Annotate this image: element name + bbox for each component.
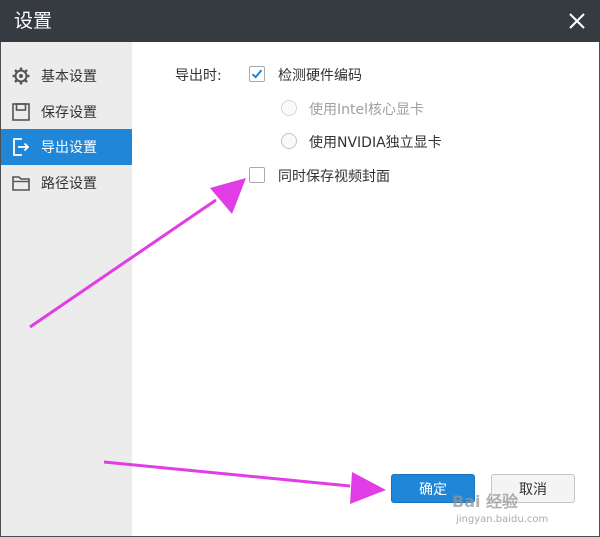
- gear-icon: [11, 66, 31, 86]
- sidebar-item-save-settings[interactable]: 保存设置: [1, 94, 132, 130]
- sidebar-item-label: 基本设置: [41, 69, 97, 85]
- export-icon: [11, 137, 31, 157]
- close-button[interactable]: [562, 6, 592, 36]
- nvidia-gpu-label: 使用NVIDIA独立显卡: [309, 135, 442, 151]
- sidebar-item-label: 保存设置: [41, 105, 97, 121]
- intel-gpu-label: 使用Intel核心显卡: [309, 102, 424, 118]
- watermark-url: jingyan.baidu.com: [456, 514, 549, 525]
- sidebar-item-basic-settings[interactable]: 基本设置: [1, 58, 132, 94]
- hardware-encode-label: 检测硬件编码: [278, 68, 362, 84]
- sidebar-item-label: 导出设置: [41, 140, 97, 156]
- window-title: 设置: [14, 10, 53, 32]
- hardware-encode-checkbox[interactable]: [249, 66, 265, 82]
- sidebar: 基本设置 保存设置 导出设置 路径设置: [1, 42, 132, 536]
- title-bar: 设置: [0, 0, 600, 42]
- save-icon: [11, 102, 31, 122]
- sidebar-item-export-settings[interactable]: 导出设置: [1, 129, 132, 165]
- export-section-label: 导出时:: [175, 68, 222, 84]
- cancel-button[interactable]: 取消: [491, 474, 575, 503]
- sidebar-item-label: 路径设置: [41, 176, 97, 192]
- checkmark-icon: [251, 69, 263, 79]
- intel-gpu-radio[interactable]: [281, 100, 297, 116]
- save-cover-label: 同时保存视频封面: [278, 169, 390, 185]
- save-cover-checkbox[interactable]: [249, 167, 265, 183]
- sidebar-item-path-settings[interactable]: 路径设置: [1, 165, 132, 201]
- nvidia-gpu-radio[interactable]: [281, 133, 297, 149]
- arrow-to-ok-button: [103, 460, 386, 504]
- close-icon: [569, 13, 585, 29]
- ok-button[interactable]: 确定: [391, 474, 475, 503]
- folder-icon: [11, 173, 31, 193]
